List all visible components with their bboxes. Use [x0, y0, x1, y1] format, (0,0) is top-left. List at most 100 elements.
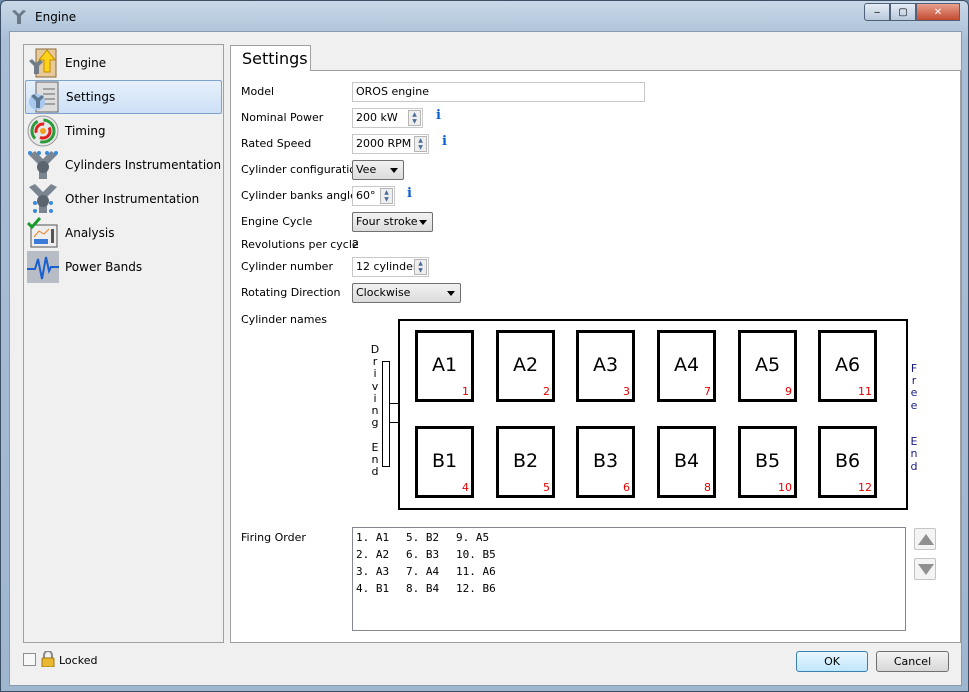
spin-arrows[interactable]: ▲ ▼	[380, 188, 393, 204]
spin-arrows[interactable]: ▲ ▼	[414, 136, 427, 152]
info-icon[interactable]: i	[407, 186, 412, 201]
firing-order-list[interactable]: 1. A1 2. A2 3. A3 4. B1 5. B2 6. B3 7. A4 8. B4…	[352, 527, 906, 631]
selected-value: Clockwise	[356, 286, 411, 299]
nominal-power-value: 200 kW	[356, 111, 398, 124]
cylinder-name: B6	[834, 450, 861, 472]
cylinder-firing-index: 8	[704, 481, 711, 494]
info-icon[interactable]: i	[442, 134, 447, 149]
firing-order-item[interactable]: 8. B4	[406, 582, 439, 595]
firing-order-item[interactable]: 7. A4	[406, 565, 439, 578]
chevron-down-icon	[419, 220, 427, 225]
cylinder-A2[interactable]: A2 2	[496, 330, 555, 402]
firing-order-item[interactable]: 11. A6	[456, 565, 496, 578]
cylinder-A4[interactable]: A4 7	[657, 330, 716, 402]
sidebar-item-analysis[interactable]: Analysis	[25, 216, 222, 250]
cylinder-firing-index: 6	[623, 481, 630, 494]
cylinder-firing-index: 11	[858, 385, 872, 398]
cylinder-name: B5	[754, 450, 781, 472]
window-title: Engine	[35, 10, 77, 24]
cylinder-firing-index: 10	[778, 481, 792, 494]
firing-order-item[interactable]: 3. A3	[356, 565, 389, 578]
cylinder-B6[interactable]: B6 12	[818, 426, 877, 498]
sidebar-item-label: Cylinders Instrumentation	[65, 158, 222, 172]
firing-order-item[interactable]: 12. B6	[456, 582, 496, 595]
cylinder-firing-index: 1	[462, 385, 469, 398]
firing-order-item[interactable]: 10. B5	[456, 548, 496, 561]
sidebar-item-power-bands[interactable]: Power Bands	[25, 250, 222, 284]
selected-value: Four stroke	[356, 215, 418, 228]
sidebar-item-label: Timing	[65, 124, 106, 138]
sidebar-item-label: Engine	[65, 56, 107, 70]
firing-order-item[interactable]: 2. A2	[356, 548, 389, 561]
cylinder-B1[interactable]: B1 4	[415, 426, 474, 498]
revolutions-value: 2	[352, 238, 359, 251]
rated-speed-spinbox[interactable]: 2000 RPM ▲ ▼	[352, 134, 429, 154]
cylinder-B3[interactable]: B3 6	[576, 426, 635, 498]
cylinder-name: A4	[673, 354, 700, 376]
cylinders-instrumentation-icon	[28, 151, 58, 179]
timing-gauge-icon	[27, 115, 59, 147]
power-bands-icon	[27, 251, 59, 283]
chevron-down-icon	[447, 291, 455, 296]
cylinder-firing-index: 7	[704, 385, 711, 398]
cylinder-name: A1	[431, 354, 458, 376]
rated-speed-value: 2000 RPM	[356, 137, 412, 150]
firing-order-label: Firing Order	[241, 531, 306, 544]
cylinder-number-spinbox[interactable]: 12 cylinders ▲ ▼	[352, 257, 429, 277]
lock-icon	[41, 651, 55, 667]
dialog-client: Engine Settings Timing Cylinders Instrum…	[9, 31, 962, 686]
cylinder-firing-index: 5	[543, 481, 550, 494]
chevron-down-icon	[390, 168, 398, 173]
settings-document-icon	[29, 81, 59, 113]
sidebar-item-cylinders-instrumentation[interactable]: Cylinders Instrumentation	[25, 148, 222, 182]
firing-order-item[interactable]: 5. B2	[406, 531, 439, 544]
settings-panel: Model OROS engine Nominal Power 200 kW ▲ ▼…	[230, 70, 961, 643]
firing-order-item[interactable]: 9. A5	[456, 531, 489, 544]
model-input[interactable]: OROS engine	[352, 82, 645, 102]
cylinder-name: B3	[592, 450, 619, 472]
sidebar-item-label: Analysis	[65, 226, 115, 240]
tab-settings[interactable]: Settings	[230, 45, 311, 71]
cylinder-firing-index: 9	[785, 385, 792, 398]
firing-order-item[interactable]: 4. B1	[356, 582, 389, 595]
engine-window: Engine ‒ ▢ ✕ Engine Settings Timing Cyli…	[0, 0, 969, 692]
minimize-button[interactable]: ‒	[864, 3, 890, 21]
cylinder-name: A6	[834, 354, 861, 376]
cylinder-firing-index: 12	[858, 481, 872, 494]
ok-button[interactable]: OK	[796, 651, 868, 672]
firing-order-item[interactable]: 1. A1	[356, 531, 389, 544]
cylinder-A3[interactable]: A3 3	[576, 330, 635, 402]
cylinder-name: A3	[592, 354, 619, 376]
engine-export-icon	[29, 48, 57, 78]
engine-cycle-select[interactable]: Four stroke	[352, 212, 433, 232]
cylinder-B2[interactable]: B2 5	[496, 426, 555, 498]
move-up-button[interactable]	[914, 528, 936, 550]
spin-arrows[interactable]: ▲ ▼	[408, 110, 421, 126]
sidebar-item-settings[interactable]: Settings	[25, 80, 222, 114]
locked-checkbox[interactable]	[23, 653, 36, 666]
rotating-direction-label: Rotating Direction	[241, 286, 341, 299]
cylinder-A6[interactable]: A6 11	[818, 330, 877, 402]
move-down-button[interactable]	[914, 558, 936, 580]
banks-angle-spinbox[interactable]: 60° ▲ ▼	[352, 186, 395, 206]
sidebar-item-timing[interactable]: Timing	[25, 114, 222, 148]
cylinder-A5[interactable]: A5 9	[738, 330, 797, 402]
cancel-button[interactable]: Cancel	[876, 651, 949, 672]
rotating-direction-select[interactable]: Clockwise	[352, 283, 461, 303]
sidebar-item-other-instrumentation[interactable]: Other Instrumentation	[25, 182, 222, 216]
spin-arrows[interactable]: ▲ ▼	[414, 259, 427, 275]
nominal-power-spinbox[interactable]: 200 kW ▲ ▼	[352, 108, 423, 128]
sidebar-item-label: Settings	[66, 90, 116, 104]
sidebar-item-engine[interactable]: Engine	[25, 46, 222, 80]
cylinder-B5[interactable]: B5 10	[738, 426, 797, 498]
cylinder-B4[interactable]: B4 8	[657, 426, 716, 498]
info-icon[interactable]: i	[436, 108, 441, 123]
cylinder-configuration-select[interactable]: Vee	[352, 160, 404, 180]
close-button[interactable]: ✕	[916, 3, 960, 21]
cylinder-names-label: Cylinder names	[241, 313, 327, 326]
maximize-button[interactable]: ▢	[890, 3, 916, 21]
sidebar-item-label: Power Bands	[65, 260, 143, 274]
other-instrumentation-icon	[29, 184, 57, 213]
cylinder-A1[interactable]: A1 1	[415, 330, 474, 402]
firing-order-item[interactable]: 6. B3	[406, 548, 439, 561]
